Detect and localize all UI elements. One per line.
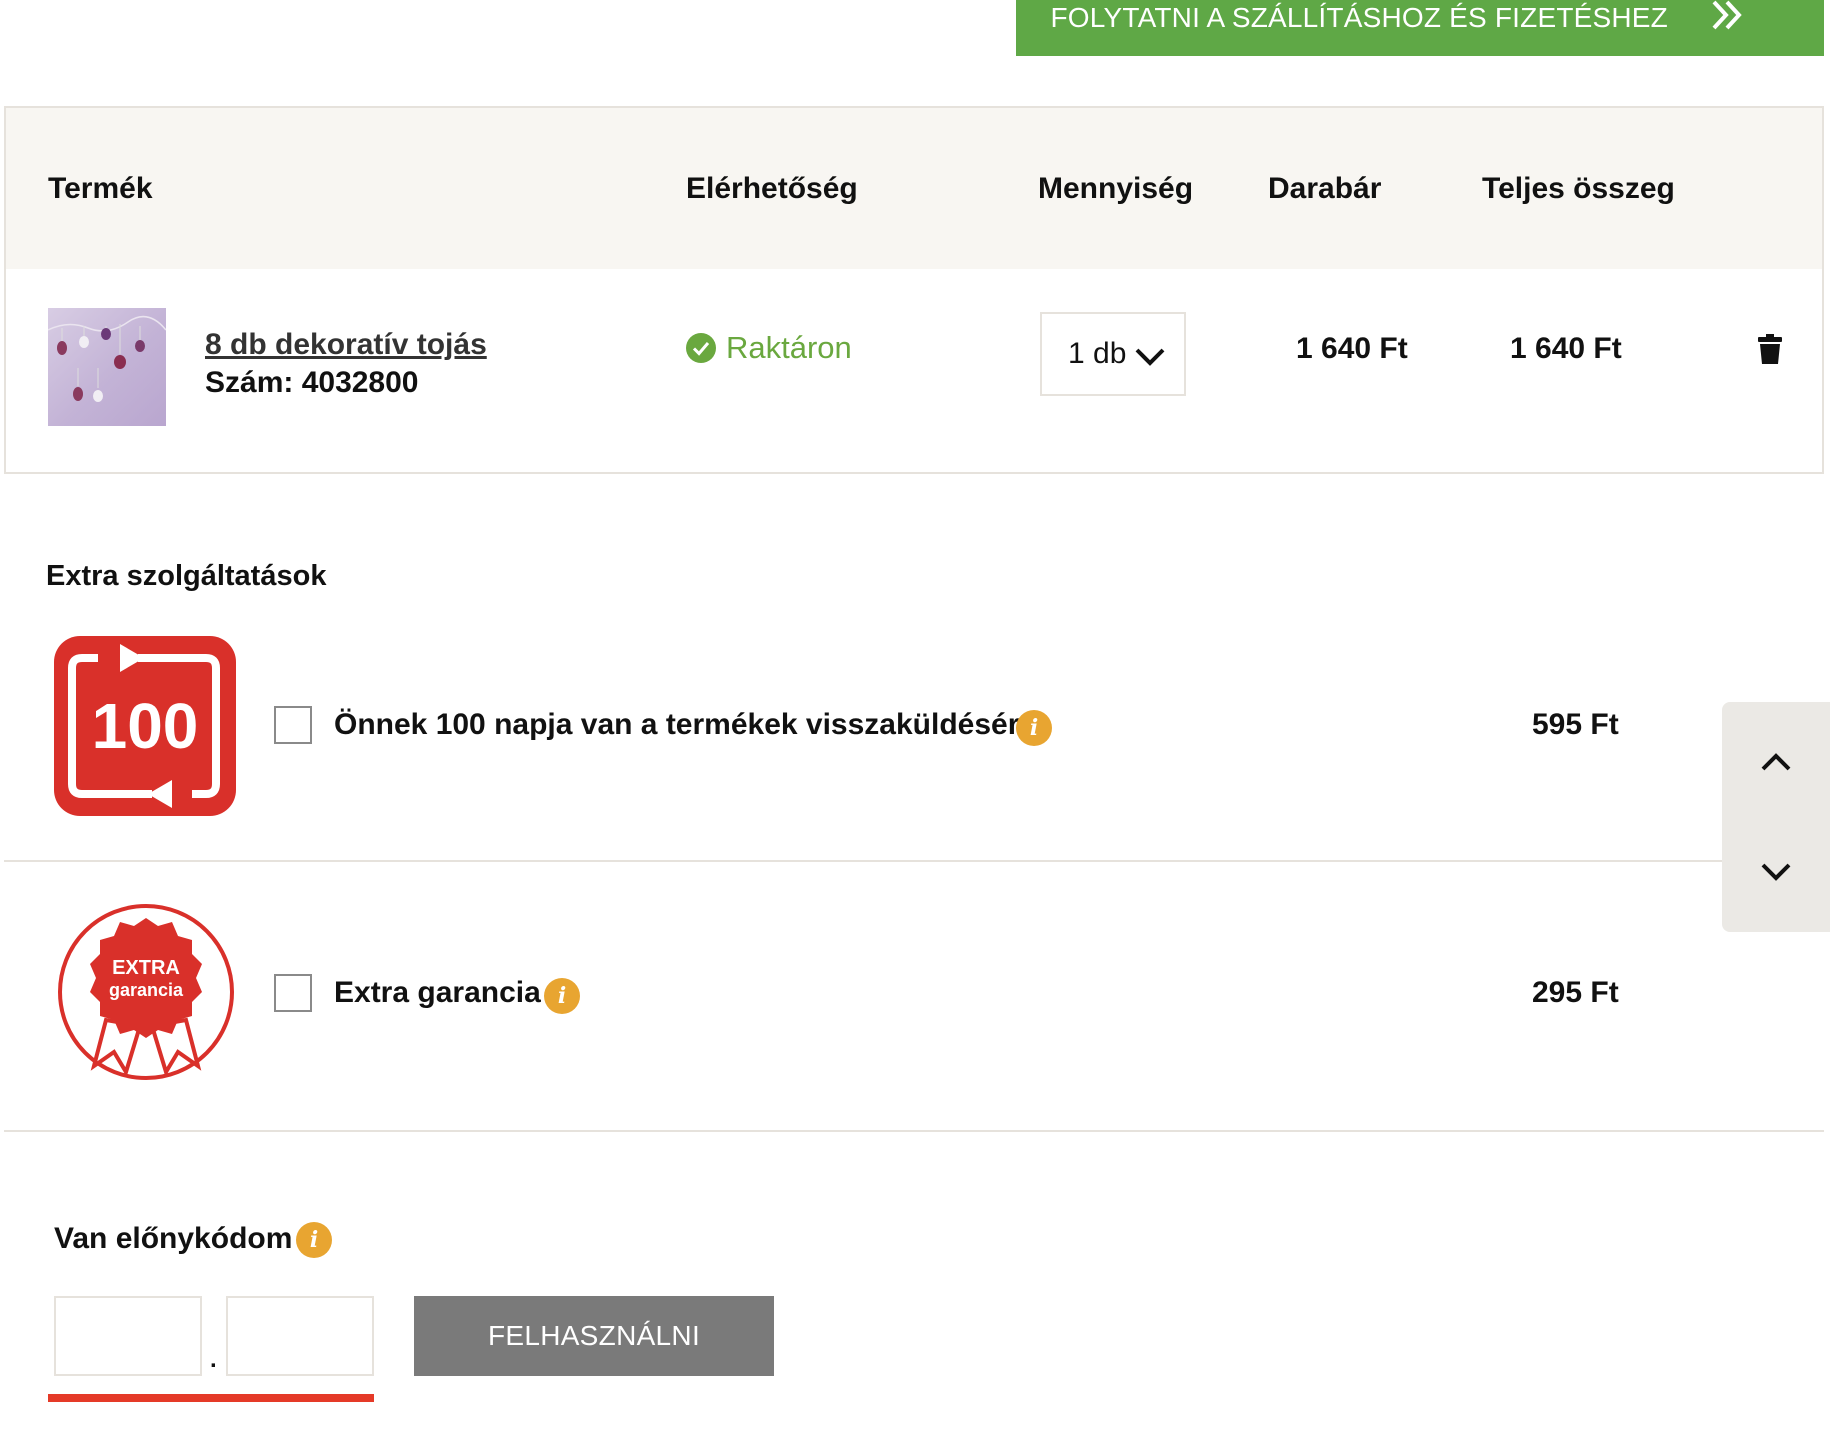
extra-service-row-return: 100 Önnek 100 napja van a termékek vissz… — [4, 620, 1824, 862]
extra-warranty-logo: EXTRA garancia — [58, 904, 234, 1080]
info-icon[interactable]: i — [544, 978, 580, 1014]
info-icon[interactable]: i — [1016, 710, 1052, 746]
cart-table: Termék Elérhetőség Mennyiség Darabár Tel… — [4, 106, 1824, 474]
trash-icon[interactable] — [1758, 334, 1782, 364]
return-service-label: Önnek 100 napja van a termékek visszakül… — [334, 708, 1037, 741]
warranty-service-price: 295 Ft — [1532, 976, 1619, 1009]
warranty-logo-text-bottom: garancia — [109, 980, 184, 1000]
apply-promo-label: FELHASZNÁLNI — [487, 1320, 701, 1351]
return-service-price: 595 Ft — [1532, 708, 1619, 741]
chevron-up-icon[interactable] — [1760, 752, 1792, 772]
return-100-logo: 100 — [54, 636, 236, 816]
double-chevron-right-icon — [1712, 0, 1742, 30]
promo-code-separator: . — [210, 1346, 217, 1373]
scroll-widget — [1722, 702, 1830, 932]
extras-section-title: Extra szolgáltatások — [46, 560, 327, 592]
product-image — [48, 315, 166, 402]
continue-button-label: FOLYTATNI A SZÁLLÍTÁSHOZ ÉS FIZETÉSHEZ — [1050, 2, 1668, 33]
product-thumbnail[interactable] — [48, 308, 166, 426]
column-header-unit-price: Darabár — [1268, 172, 1382, 205]
unit-price: 1 640 Ft — [1296, 332, 1408, 365]
warranty-service-label: Extra garancia — [334, 976, 541, 1009]
column-header-total: Teljes összeg — [1482, 172, 1675, 205]
check-circle-icon — [686, 333, 716, 363]
warranty-service-checkbox[interactable] — [274, 974, 312, 1012]
promo-code-field-2[interactable] — [226, 1296, 374, 1376]
column-header-product: Termék — [48, 172, 153, 205]
warranty-logo-text-top: EXTRA — [112, 957, 180, 979]
cart-table-header: Termék Elérhetőség Mennyiség Darabár Tel… — [6, 108, 1822, 269]
product-name-link[interactable]: 8 db dekoratív tojás — [205, 328, 487, 362]
promo-code-field-1[interactable] — [54, 1296, 202, 1376]
column-header-availability: Elérhetőség — [686, 172, 858, 205]
quantity-value: 1 db — [1068, 337, 1127, 370]
availability-status: Raktáron — [686, 330, 852, 366]
quantity-select[interactable]: 1 db — [1040, 312, 1186, 396]
chevron-down-icon[interactable] — [1760, 862, 1792, 882]
continue-to-shipping-button[interactable]: FOLYTATNI A SZÁLLÍTÁSHOZ ÉS FIZETÉSHEZ — [1016, 0, 1824, 56]
product-number: Szám: 4032800 — [205, 366, 419, 399]
info-icon[interactable]: i — [296, 1222, 332, 1258]
line-total: 1 640 Ft — [1510, 332, 1622, 365]
return-logo-text: 100 — [92, 690, 199, 762]
apply-promo-button[interactable]: FELHASZNÁLNI — [414, 1296, 774, 1376]
extra-service-row-warranty: EXTRA garancia Extra garancia i 295 Ft — [4, 862, 1824, 1132]
return-service-checkbox[interactable] — [274, 706, 312, 744]
availability-text: Raktáron — [726, 330, 852, 365]
promo-code-title: Van előnykódom — [54, 1222, 293, 1255]
chevron-down-icon — [1135, 348, 1165, 366]
promo-code-error-underline — [48, 1394, 374, 1402]
column-header-quantity: Mennyiség — [1038, 172, 1194, 205]
